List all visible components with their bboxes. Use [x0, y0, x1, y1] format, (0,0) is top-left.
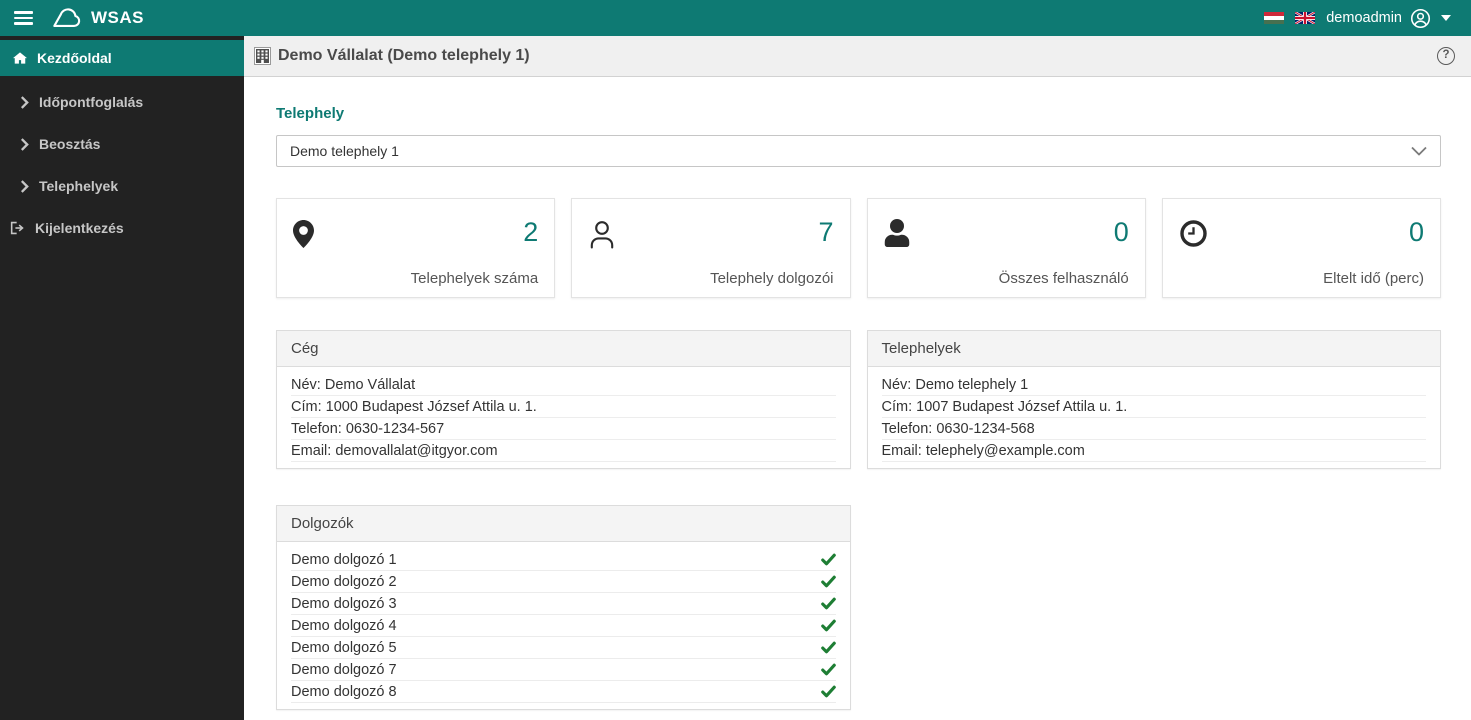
worker-row: Demo dolgozó 8 — [291, 681, 836, 703]
worker-row: Demo dolgozó 1 — [291, 549, 836, 571]
info-row: Telefon: 0630-1234-568 — [881, 418, 1426, 440]
worker-name: Demo dolgozó 8 — [291, 683, 397, 700]
stat-value: 0 — [1113, 217, 1129, 247]
home-icon — [12, 51, 28, 65]
user-filled-icon — [884, 219, 910, 247]
stat-value: 7 — [818, 217, 834, 247]
sidebar: Kezdőoldal Időpontfoglalás Beosztás Tele… — [0, 36, 244, 720]
stat-value: 2 — [523, 217, 539, 247]
stat-label: Eltelt idő (perc) — [1323, 270, 1424, 287]
sidebar-item-label: Telephelyek — [39, 178, 119, 194]
sidebar-item-label: Kijelentkezés — [35, 220, 124, 236]
content-header: Demo Vállalat (Demo telephely 1) ? — [244, 36, 1471, 77]
worker-name: Demo dolgozó 5 — [291, 639, 397, 656]
hamburger-menu-icon[interactable] — [12, 7, 35, 29]
info-panels: Cég Név: Demo Vállalat Cím: 1000 Budapes… — [276, 330, 1441, 469]
info-row: Cím: 1007 Budapest József Attila u. 1. — [881, 396, 1426, 418]
worker-name: Demo dolgozó 4 — [291, 617, 397, 634]
cloud-logo-icon — [51, 7, 83, 29]
stat-card-telephelyek-szama: 2 Telephelyek száma — [276, 198, 556, 298]
page-body: Telephely Demo telephely 1 2 Telephelyek… — [244, 77, 1471, 710]
check-icon — [820, 641, 836, 654]
stat-value: 0 — [1408, 217, 1424, 247]
chevron-down-icon — [1411, 146, 1427, 156]
help-icon[interactable]: ? — [1437, 47, 1455, 65]
info-row: Email: telephely@example.com — [881, 440, 1426, 462]
stat-card-telephely-dolgozoi: 7 Telephely dolgozói — [571, 198, 851, 298]
topbar-right: demoadmin — [1264, 8, 1471, 29]
page-title: Demo Vállalat (Demo telephely 1) — [278, 47, 530, 64]
telephely-select-value: Demo telephely 1 — [290, 143, 399, 159]
map-marker-icon — [293, 219, 314, 249]
workers-panel-title: Dolgozók — [277, 506, 850, 542]
uk-flag-icon[interactable] — [1295, 12, 1316, 24]
stat-card-osszes-felhasznalo: 0 Összes felhasználó — [866, 198, 1146, 298]
hungarian-flag-icon[interactable] — [1264, 12, 1285, 24]
main-content: Demo Vállalat (Demo telephely 1) ? Telep… — [244, 36, 1471, 720]
telephely-section-title: Telephely — [276, 105, 345, 122]
chevron-right-icon — [20, 137, 29, 152]
clock-icon — [1179, 219, 1208, 248]
user-name: demoadmin — [1326, 10, 1402, 26]
brand-name: WSAS — [91, 8, 144, 27]
sidebar-item-telephelyek[interactable]: Telephelyek — [0, 165, 244, 207]
worker-name: Demo dolgozó 1 — [291, 551, 397, 568]
sidebar-item-label: Kezdőoldal — [37, 50, 112, 66]
worker-name: Demo dolgozó 3 — [291, 595, 397, 612]
building-icon — [254, 47, 271, 65]
worker-name: Demo dolgozó 2 — [291, 573, 397, 590]
chevron-right-icon — [20, 179, 29, 194]
company-panel-title: Cég — [277, 331, 850, 367]
check-icon — [820, 597, 836, 610]
check-icon — [820, 619, 836, 632]
stat-label: Telephelyek száma — [410, 270, 539, 287]
sidebar-item-beosztas[interactable]: Beosztás — [0, 123, 244, 165]
chevron-right-icon — [20, 95, 29, 110]
info-row: Név: Demo telephely 1 — [881, 374, 1426, 396]
user-outline-icon — [588, 219, 616, 249]
info-row: Cím: 1000 Budapest József Attila u. 1. — [291, 396, 836, 418]
info-row: Név: Demo Vállalat — [291, 374, 836, 396]
check-icon — [820, 553, 836, 566]
info-row: Email: demovallalat@itgyor.com — [291, 440, 836, 462]
workers-panel: Dolgozók Demo dolgozó 1 Demo dolgozó 2 D… — [276, 505, 851, 710]
user-menu[interactable]: demoadmin — [1326, 8, 1451, 29]
worker-row: Demo dolgozó 2 — [291, 571, 836, 593]
site-panel-title: Telephelyek — [867, 331, 1440, 367]
worker-row: Demo dolgozó 5 — [291, 637, 836, 659]
top-bar: WSAS demoadmin — [0, 0, 1471, 36]
stat-label: Összes felhasználó — [998, 270, 1129, 287]
check-icon — [820, 575, 836, 588]
user-circle-icon — [1410, 8, 1431, 29]
sidebar-item-kijelentkezes[interactable]: Kijelentkezés — [0, 207, 244, 249]
stat-cards: 2 Telephelyek száma 7 Telephely dolgozói… — [276, 198, 1441, 298]
worker-row: Demo dolgozó 7 — [291, 659, 836, 681]
sidebar-item-idopontfoglalas[interactable]: Időpontfoglalás — [0, 81, 244, 123]
check-icon — [820, 685, 836, 698]
check-icon — [820, 663, 836, 676]
worker-name: Demo dolgozó 7 — [291, 661, 397, 678]
company-panel: Cég Név: Demo Vállalat Cím: 1000 Budapes… — [276, 330, 851, 469]
sidebar-item-kezdooldal[interactable]: Kezdőoldal — [0, 40, 244, 76]
worker-row: Demo dolgozó 4 — [291, 615, 836, 637]
info-row: Telefon: 0630-1234-567 — [291, 418, 836, 440]
sidebar-item-label: Beosztás — [39, 136, 101, 152]
stat-card-eltelt-ido: 0 Eltelt idő (perc) — [1161, 198, 1441, 298]
caret-down-icon — [1441, 15, 1451, 21]
sidebar-item-label: Időpontfoglalás — [39, 94, 144, 110]
worker-row: Demo dolgozó 3 — [291, 593, 836, 615]
telephely-select[interactable]: Demo telephely 1 — [276, 135, 1441, 167]
site-panel: Telephelyek Név: Demo telephely 1 Cím: 1… — [866, 330, 1441, 469]
stat-label: Telephely dolgozói — [710, 270, 834, 287]
brand[interactable]: WSAS — [51, 7, 144, 29]
sign-out-icon — [10, 221, 25, 235]
